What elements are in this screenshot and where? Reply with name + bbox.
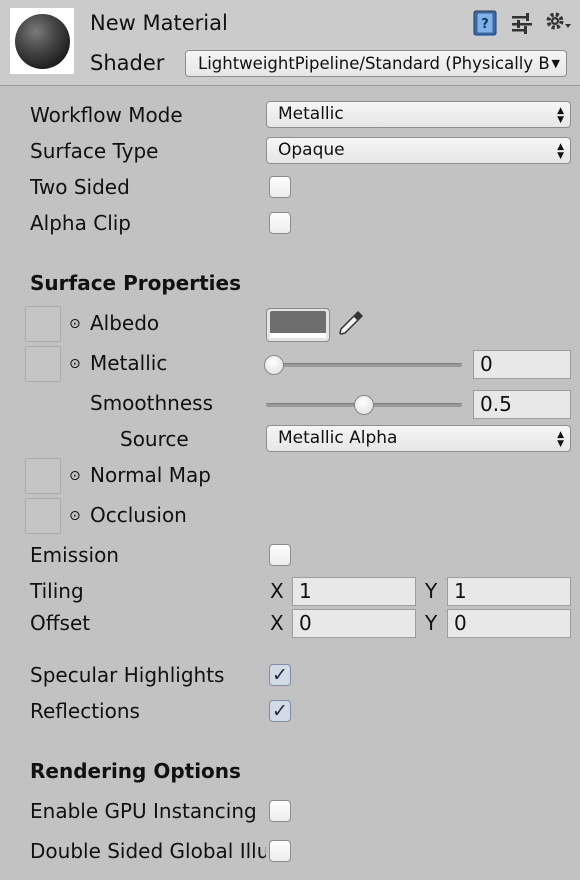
albedo-label: Albedo <box>90 311 160 335</box>
shader-dropdown[interactable]: LightweightPipeline/Standard (Physically… <box>185 50 567 77</box>
emission-label: Emission <box>30 543 119 567</box>
sliders-icon[interactable] <box>511 12 533 34</box>
normal-map-texture-slot[interactable] <box>25 458 61 494</box>
occlusion-label: Occlusion <box>90 503 187 527</box>
metallic-slider-track[interactable] <box>266 363 462 367</box>
smoothness-slider-knob[interactable] <box>354 395 374 415</box>
metallic-label: Metallic <box>90 351 168 375</box>
object-picker-icon[interactable]: ⊙ <box>69 502 81 530</box>
shader-label: Shader <box>90 51 165 75</box>
dropdown-arrow-icon: ▼ <box>551 57 560 70</box>
metallic-texture-slot[interactable] <box>25 346 61 382</box>
offset-y-field[interactable]: 0 <box>447 609 571 638</box>
surface-type-value: Opaque <box>278 140 345 160</box>
offset-x-label: X <box>270 611 284 635</box>
source-label: Source <box>120 427 189 451</box>
source-value: Metallic Alpha <box>278 428 398 448</box>
albedo-texture-slot[interactable] <box>25 306 61 342</box>
updown-arrow-icon: ▲ ▼ <box>557 106 564 125</box>
gpu-instancing-label: Enable GPU Instancing <box>30 799 257 823</box>
albedo-color-swatch[interactable] <box>266 308 330 342</box>
offset-y-label: Y <box>425 611 438 635</box>
reflections-checkbox[interactable]: ✓ <box>269 700 291 722</box>
emission-checkbox[interactable] <box>269 544 291 566</box>
metallic-value-field[interactable]: 0 <box>473 350 571 379</box>
normal-map-label: Normal Map <box>90 463 211 487</box>
gpu-instancing-checkbox[interactable] <box>269 800 291 822</box>
albedo-color-fill <box>270 311 326 333</box>
updown-arrow-icon: ▲ ▼ <box>557 430 564 449</box>
reflections-label: Reflections <box>30 699 140 723</box>
object-picker-icon[interactable]: ⊙ <box>69 462 81 490</box>
object-picker-icon[interactable]: ⊙ <box>69 310 81 338</box>
updown-arrow-icon: ▲ ▼ <box>557 142 564 161</box>
surface-properties-heading: Surface Properties <box>30 271 241 295</box>
preview-sphere <box>15 14 70 69</box>
two-sided-checkbox[interactable] <box>269 176 291 198</box>
source-dropdown[interactable]: Metallic Alpha ▲ ▼ <box>266 425 571 452</box>
offset-label: Offset <box>30 611 91 635</box>
alpha-clip-label: Alpha Clip <box>30 211 131 235</box>
tiling-y-label: Y <box>425 579 438 603</box>
checkmark-icon: ✓ <box>272 664 288 686</box>
rendering-options-heading: Rendering Options <box>30 759 241 783</box>
tiling-x-label: X <box>270 579 284 603</box>
svg-text:?: ? <box>481 17 489 32</box>
workflow-mode-dropdown[interactable]: Metallic ▲ ▼ <box>266 101 571 128</box>
metallic-slider-knob[interactable] <box>264 355 284 375</box>
smoothness-label: Smoothness <box>90 391 213 415</box>
specular-highlights-checkbox[interactable]: ✓ <box>269 664 291 686</box>
tiling-label: Tiling <box>30 579 84 603</box>
albedo-alpha-bar <box>270 333 326 338</box>
tiling-x-field[interactable]: 1 <box>292 577 416 606</box>
surface-type-dropdown[interactable]: Opaque ▲ ▼ <box>266 137 571 164</box>
surface-type-label: Surface Type <box>30 139 159 163</box>
eyedropper-icon[interactable] <box>336 308 366 338</box>
two-sided-label: Two Sided <box>30 175 130 199</box>
material-header: New Material Shader LightweightPipeline/… <box>0 0 580 86</box>
book-icon[interactable]: ? <box>473 10 497 36</box>
occlusion-texture-slot[interactable] <box>25 498 61 534</box>
double-sided-gi-checkbox[interactable] <box>269 840 291 862</box>
offset-x-field[interactable]: 0 <box>292 609 416 638</box>
double-sided-gi-label: Double Sided Global Illumination <box>30 839 266 863</box>
workflow-mode-label: Workflow Mode <box>30 103 183 127</box>
tiling-y-field[interactable]: 1 <box>447 577 571 606</box>
specular-highlights-label: Specular Highlights <box>30 663 225 687</box>
alpha-clip-checkbox[interactable] <box>269 212 291 234</box>
shader-dropdown-value: LightweightPipeline/Standard (Physically… <box>198 54 550 73</box>
smoothness-value-field[interactable]: 0.5 <box>473 390 571 419</box>
workflow-mode-value: Metallic <box>278 104 344 124</box>
object-picker-icon[interactable]: ⊙ <box>69 350 81 378</box>
checkmark-icon: ✓ <box>272 700 288 722</box>
gear-icon[interactable] <box>545 10 573 34</box>
material-preview[interactable] <box>10 8 74 74</box>
material-title: New Material <box>90 11 228 35</box>
